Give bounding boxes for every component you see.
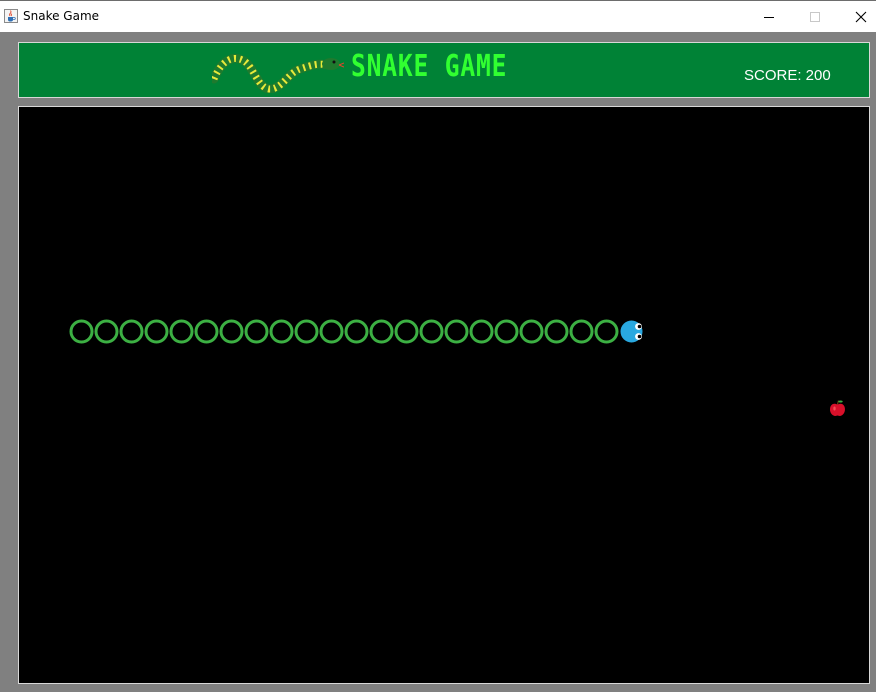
close-button[interactable] xyxy=(838,1,876,32)
maximize-icon xyxy=(810,12,820,22)
snake-body-segment xyxy=(319,319,344,344)
snake-body-segment xyxy=(244,319,269,344)
snake-body-segment xyxy=(69,319,94,344)
snake-body-segment xyxy=(94,319,119,344)
snake-body-segment xyxy=(269,319,294,344)
java-cup-icon xyxy=(4,9,18,23)
snake-body-segment xyxy=(369,319,394,344)
snake-body-segment xyxy=(119,319,144,344)
snake-body-segment xyxy=(594,319,619,344)
window-titlebar: Snake Game xyxy=(0,0,876,32)
snake-body-segment xyxy=(544,319,569,344)
window-title: Snake Game xyxy=(23,9,100,23)
game-board[interactable] xyxy=(18,106,870,684)
snake-body-segment xyxy=(569,319,594,344)
close-icon xyxy=(855,11,867,23)
snake-body-segment xyxy=(194,319,219,344)
board-canvas xyxy=(69,319,845,416)
game-header: SNAKE GAME SCORE: 200 xyxy=(18,42,870,98)
snake-body-segment xyxy=(169,319,194,344)
snake-body-segment xyxy=(294,319,319,344)
snake-body-segment xyxy=(219,319,244,344)
snake-logo-icon xyxy=(212,53,344,93)
minimize-icon xyxy=(764,17,774,18)
snake-body-segment xyxy=(469,319,494,344)
snake-body-segment xyxy=(519,319,544,344)
snake-body-segment xyxy=(494,319,519,344)
snake-body-segment xyxy=(144,319,169,344)
snake-head xyxy=(620,320,643,343)
maximize-button[interactable] xyxy=(792,1,838,32)
snake-body-segment xyxy=(444,319,469,344)
snake-body-segment xyxy=(344,319,369,344)
minimize-button[interactable] xyxy=(746,1,792,32)
game-title: SNAKE GAME xyxy=(351,49,508,84)
snake-body-segment xyxy=(419,319,444,344)
apple-icon xyxy=(830,400,845,416)
snake-body-segment xyxy=(394,319,419,344)
score-display: SCORE: 200 xyxy=(744,67,831,84)
